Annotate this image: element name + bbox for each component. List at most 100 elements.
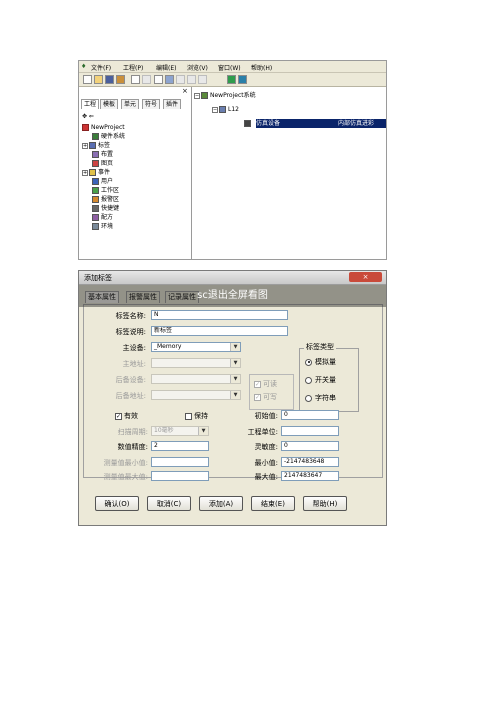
backup-address-select[interactable]: ▼	[151, 390, 241, 400]
backup-device-label: 后备设备:	[115, 376, 146, 384]
copy-icon[interactable]	[165, 75, 174, 84]
project-tree: NewProject 硬件系统 + 标签 布置 图页 + 事件 用户 工作区 报警区…	[82, 123, 188, 257]
layout-icon	[92, 151, 99, 158]
device-tree-root[interactable]: − NewProject系统	[194, 91, 256, 100]
menu-file[interactable]: 文件(F)	[91, 63, 111, 72]
screen-icon[interactable]	[238, 75, 247, 84]
keep-checkbox[interactable]: 保持	[185, 411, 208, 421]
readable-checkbox[interactable]: ✓ 可读	[254, 379, 277, 389]
basic-properties-panel: 标签名称: N 标签说明: 新标签 主设备: _Memory ▼ 主地址: ▼ 后…	[83, 304, 383, 481]
properties-icon[interactable]	[198, 75, 207, 84]
tab-plugin[interactable]: 插件	[163, 99, 182, 109]
meas-min-input[interactable]	[151, 457, 209, 467]
tag-name-input[interactable]: N	[151, 310, 288, 320]
expand-icon[interactable]: +	[82, 142, 88, 149]
tree-item-tags[interactable]: + 标签	[82, 141, 110, 150]
scan-period-select[interactable]: 10毫秒 ▼	[151, 426, 209, 436]
save-icon[interactable]	[105, 75, 114, 84]
finish-button[interactable]: 结束(E)	[251, 496, 295, 511]
chevron-down-icon[interactable]: ▼	[230, 375, 240, 383]
tab-unit[interactable]: 单元	[121, 99, 140, 109]
valid-checkbox[interactable]: ✓ 有效	[115, 411, 138, 421]
chevron-down-icon[interactable]: ▼	[230, 343, 240, 351]
confirm-button[interactable]: 确认(O)	[95, 496, 139, 511]
page-icon	[92, 160, 99, 167]
tag-desc-label: 标签说明:	[115, 328, 146, 336]
min-value-input[interactable]: -2147483648	[281, 457, 339, 467]
tab-project[interactable]: 工程	[81, 99, 100, 109]
delete-icon[interactable]	[187, 75, 196, 84]
menu-bar: ♦ 文件(F) 工程(P) 编辑(E) 浏览(V) 窗口(W) 帮助(H)	[79, 61, 386, 73]
chevron-down-icon[interactable]: ▼	[230, 391, 240, 399]
new-file-icon[interactable]	[83, 75, 92, 84]
tag-type-title: 标签类型	[304, 342, 336, 352]
paste-icon[interactable]	[176, 75, 185, 84]
close-button[interactable]: ×	[349, 272, 382, 282]
sensitivity-label: 灵敏度:	[254, 443, 278, 451]
tree-item-hardware[interactable]: 硬件系统	[92, 132, 125, 141]
meas-max-input[interactable]	[151, 471, 209, 481]
tree-item-recipe[interactable]: 配方	[92, 213, 113, 222]
system-icon	[201, 92, 208, 99]
undo-icon[interactable]	[131, 75, 140, 84]
radio-string[interactable]: 字符串	[305, 393, 336, 403]
toolbar	[79, 73, 386, 87]
precision-input[interactable]: 2	[151, 441, 209, 451]
menu-window[interactable]: 窗口(W)	[218, 63, 241, 72]
sensitivity-input[interactable]: 0	[281, 441, 339, 451]
backup-address-label: 后备地址:	[115, 392, 146, 400]
main-device-label: 主设备:	[122, 344, 146, 352]
run-icon[interactable]	[227, 75, 236, 84]
recipe-icon	[92, 214, 99, 221]
open-folder-icon[interactable]	[94, 75, 103, 84]
save-all-icon[interactable]	[116, 75, 125, 84]
tag-desc-input[interactable]: 新标签	[151, 326, 288, 336]
collapse-icon[interactable]: −	[212, 106, 218, 113]
add-button[interactable]: 添加(A)	[199, 496, 243, 511]
project-icon	[82, 124, 89, 131]
meas-max-label: 测量值最大值:	[103, 473, 148, 481]
tree-item-events[interactable]: + 事件	[82, 168, 110, 177]
cancel-button[interactable]: 取消(C)	[147, 496, 191, 511]
tree-item-alarm-zone[interactable]: 报警区	[92, 195, 119, 204]
tree-item-workspace[interactable]: 工作区	[92, 186, 119, 195]
tab-symbol[interactable]: 符号	[142, 99, 161, 109]
navigate-arrows-icon[interactable]: ✥ ⇐	[82, 113, 94, 120]
backup-device-select[interactable]: ▼	[151, 374, 241, 384]
menu-edit[interactable]: 编辑(E)	[156, 63, 176, 72]
close-icon[interactable]: ×	[182, 87, 188, 95]
menu-project[interactable]: 工程(P)	[123, 63, 143, 72]
max-value-input[interactable]: 2147483647	[281, 471, 339, 481]
writable-checkbox[interactable]: ✓ 可写	[254, 392, 277, 402]
device-row-selected[interactable]: 仿真设备 内部仿真进彩	[256, 119, 386, 128]
chevron-down-icon[interactable]: ▼	[198, 427, 208, 435]
menu-view[interactable]: 浏览(V)	[187, 63, 208, 72]
main-address-select[interactable]: ▼	[151, 358, 241, 368]
expand-icon[interactable]: +	[82, 169, 88, 176]
collapse-icon[interactable]: −	[194, 92, 200, 99]
device-tree-l12[interactable]: − L12	[212, 105, 239, 114]
unit-input[interactable]	[281, 426, 339, 436]
menu-help[interactable]: 帮助(H)	[251, 63, 272, 72]
tree-item-environment[interactable]: 环境	[92, 222, 113, 231]
environment-icon	[92, 223, 99, 230]
init-value-input[interactable]: 0	[281, 410, 339, 420]
fullscreen-exit-overlay[interactable]: sc退出全屏看图	[79, 285, 386, 307]
scan-period-label: 扫描周期:	[117, 428, 148, 436]
tree-item-root[interactable]: NewProject	[82, 123, 125, 132]
chevron-down-icon[interactable]: ▼	[230, 359, 240, 367]
tree-item-pages[interactable]: 图页	[92, 159, 113, 168]
tab-template[interactable]: 模板	[100, 99, 119, 109]
radio-switch[interactable]: 开关量	[305, 375, 336, 385]
radio-analog[interactable]: 模拟量	[305, 357, 336, 367]
workspace-icon	[92, 187, 99, 194]
cut-icon[interactable]	[154, 75, 163, 84]
redo-icon[interactable]	[142, 75, 151, 84]
add-tag-dialog: 添加标签 × 基本属性 报警属性 记录属性 标签名称: N 标签说明: 新标签 …	[78, 270, 387, 526]
main-device-select[interactable]: _Memory ▼	[151, 342, 241, 352]
help-button[interactable]: 帮助(H)	[303, 496, 347, 511]
project-window-screenshot: ♦ 文件(F) 工程(P) 编辑(E) 浏览(V) 窗口(W) 帮助(H) × …	[78, 60, 387, 260]
tree-item-layout[interactable]: 布置	[92, 150, 113, 159]
tree-item-shortcuts[interactable]: 快捷键	[92, 204, 119, 213]
tree-item-users[interactable]: 用户	[92, 177, 113, 186]
